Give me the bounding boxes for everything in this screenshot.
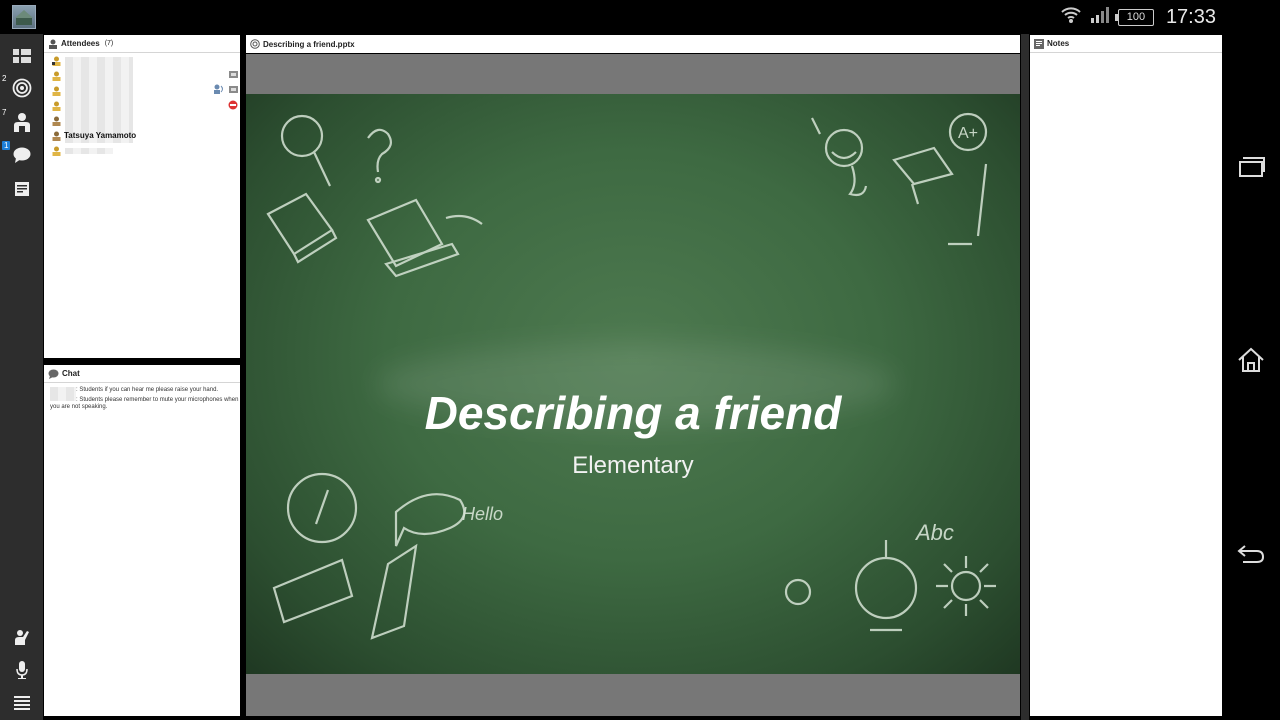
chat-messages: : Students if you can hear me please rai… (44, 383, 240, 411)
video-icon (229, 71, 238, 78)
attendees-header: Attendees (7) (44, 35, 240, 53)
microphone-button[interactable] (0, 654, 43, 686)
slide-subtitle: Elementary (572, 452, 694, 479)
document-header: Describing a friend.pptx (246, 35, 1020, 53)
divider (1021, 34, 1029, 720)
notes-icon (14, 182, 29, 196)
attendee-row[interactable] (44, 54, 240, 68)
target-icon (250, 39, 260, 49)
attendees-count: (7) (104, 40, 114, 47)
raise-hand-button[interactable] (0, 621, 43, 653)
polls-badge: 2 (2, 74, 7, 83)
home-button[interactable] (1236, 345, 1266, 375)
system-nav-bar (1222, 0, 1280, 720)
status-indicators: 100 17:33 (1060, 6, 1216, 28)
notes-title: Notes (1047, 39, 1070, 48)
notes-body[interactable] (1030, 53, 1222, 715)
app-screen: 100 17:33 2 7 1 Attendees (7) Tatsuya Ya… (0, 0, 1280, 720)
guest-icon (52, 131, 61, 141)
signal-icon (1090, 6, 1110, 29)
attendees-button[interactable]: 7 (0, 106, 43, 138)
attendee-row[interactable] (44, 99, 240, 113)
person-icon (13, 113, 30, 132)
document-title: Describing a friend.pptx (263, 39, 355, 49)
notes-button[interactable] (0, 173, 43, 205)
svg-text:Hello: Hello (462, 504, 503, 524)
slide-title: Describing a friend (424, 387, 842, 439)
attendee-row[interactable] (44, 144, 240, 158)
svg-text:A+: A+ (958, 125, 978, 142)
target-icon (12, 78, 31, 98)
blocked-icon (228, 100, 238, 110)
left-toolbar: 2 7 1 (0, 34, 43, 720)
video-icon (229, 86, 238, 93)
back-icon (1237, 545, 1265, 563)
presenter-icon (52, 56, 61, 66)
attendee-row[interactable]: Tatsuya Yamamoto (44, 129, 240, 143)
person-icon (52, 101, 61, 111)
clock: 17:33 (1165, 5, 1216, 28)
notes-header: Notes (1030, 35, 1222, 53)
notes-panel: Notes (1030, 35, 1222, 716)
attendees-title: Attendees (61, 39, 100, 48)
chat-header: Chat (44, 365, 240, 383)
speaking-icon (214, 84, 223, 94)
attendee-row[interactable] (44, 114, 240, 128)
attendee-name: Tatsuya Yamamoto (64, 131, 137, 140)
person-icon (52, 86, 61, 96)
layout-icon (12, 49, 31, 63)
redacted-sender (50, 387, 76, 401)
notes-icon (1034, 38, 1044, 49)
layout-button[interactable] (0, 40, 43, 72)
raise-hand-icon (14, 630, 29, 645)
slide: Hello Abc A+ Describing a friend Element… (246, 94, 1020, 674)
chat-bubble-icon (13, 147, 30, 163)
attendees-icon (49, 39, 57, 49)
app-icon[interactable] (12, 5, 36, 29)
battery-indicator: 100 (1114, 8, 1154, 26)
chat-bubble-icon (48, 369, 59, 379)
chalk-doodles: Hello Abc A+ (266, 112, 996, 640)
back-button[interactable] (1236, 538, 1266, 568)
presentation-area: Hello Abc A+ Describing a friend Element… (246, 54, 1020, 716)
chat-panel: Chat : Students if you can hear me pleas… (44, 365, 240, 716)
menu-button[interactable] (0, 687, 43, 719)
guest-icon (52, 116, 61, 126)
attendee-row[interactable] (44, 69, 240, 83)
attendee-row[interactable] (44, 84, 240, 98)
menu-icon (13, 696, 30, 710)
wifi-icon (1060, 5, 1082, 30)
microphone-icon (15, 661, 28, 679)
recent-apps-button[interactable] (1236, 152, 1266, 182)
person-icon (52, 71, 61, 81)
status-bar: 100 17:33 (0, 0, 1280, 34)
chat-button[interactable]: 1 (0, 139, 43, 171)
chat-title: Chat (62, 369, 80, 378)
person-icon (52, 146, 61, 156)
svg-text:Abc: Abc (914, 520, 954, 545)
attendees-badge: 7 (2, 108, 7, 117)
attendees-panel: Attendees (7) Tatsuya Yamamoto (44, 35, 240, 358)
chat-badge: 1 (2, 141, 11, 150)
recent-apps-icon (1239, 157, 1265, 177)
polls-button[interactable]: 2 (0, 72, 43, 104)
home-icon (1238, 347, 1264, 372)
redacted-name (65, 148, 113, 154)
